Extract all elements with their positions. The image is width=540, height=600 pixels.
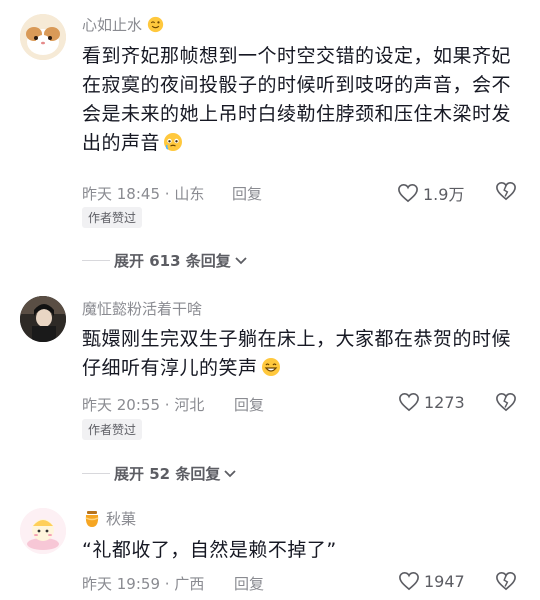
expand-replies-label: 展开 613 条回复 [114,252,231,270]
comment-location: 广西 [174,575,205,593]
comment-meta: 昨天 20:55 · 河北 [82,396,205,414]
comment-text[interactable]: 看到齐妃那帧想到一个时空交错的设定，如果齐妃在寂寞的夜间投骰子的时候听到吱呀的声… [82,42,522,158]
comment-text[interactable]: 甄嬛刚生完双生子躺在床上，大家都在恭贺的时候仔细听有淳儿的笑声 [82,325,522,383]
expand-replies-button[interactable]: 展开 52 条回复 [82,463,236,484]
like-count: 1.9万 [423,185,465,204]
dislike-button[interactable] [495,181,517,205]
grin-emoji-icon [261,358,280,376]
heart-outline-icon [399,571,419,591]
reply-button[interactable]: 回复 [234,573,264,594]
teary-emoji-icon [164,133,183,151]
comment-meta: 昨天 18:45 · 山东 [82,185,205,203]
avatar[interactable] [20,296,66,342]
author-liked-badge: 作者赞过 [82,419,143,440]
heart-outline-icon [399,392,419,412]
author-liked-badge: 作者赞过 [82,207,143,228]
divider [82,473,110,474]
broken-heart-icon [496,392,516,412]
like-button[interactable]: 1947 [398,571,465,591]
like-count: 1273 [424,392,465,412]
avatar[interactable] [20,14,66,60]
comment-username[interactable]: 魔怔懿粉活着干啥 [82,298,202,319]
avatar[interactable] [20,508,66,554]
reply-button[interactable]: 回复 [234,394,264,415]
comment-username[interactable]: 秋菓 [82,508,136,529]
comment-time: 昨天 18:45 [82,185,160,203]
dislike-button[interactable] [495,571,517,595]
comment-username[interactable]: 心如止水 [82,14,164,35]
honey-jar-icon [85,510,99,527]
comment-time: 昨天 20:55 [82,396,160,414]
wink-emoji-icon [147,16,163,33]
comment-time: 昨天 19:59 [82,575,160,593]
like-count: 1947 [424,571,465,591]
chevron-down-icon [235,256,247,264]
expand-replies-button[interactable]: 展开 613 条回复 [82,250,247,271]
reply-button[interactable]: 回复 [232,183,262,204]
divider [82,260,110,261]
chevron-down-icon [224,469,236,477]
like-button[interactable]: 1273 [398,392,465,412]
broken-heart-icon [496,181,516,201]
expand-replies-label: 展开 52 条回复 [114,465,221,483]
comment-meta: 昨天 19:59 · 广西 [82,575,205,593]
comment-text[interactable]: “礼都收了，自然是赖不掉了” [82,536,522,565]
broken-heart-icon [496,571,516,591]
dislike-button[interactable] [495,392,517,416]
comment-location: 河北 [174,396,205,414]
like-button[interactable]: 1.9万 [397,181,464,205]
comment-location: 山东 [174,185,205,203]
heart-outline-icon [398,183,418,203]
